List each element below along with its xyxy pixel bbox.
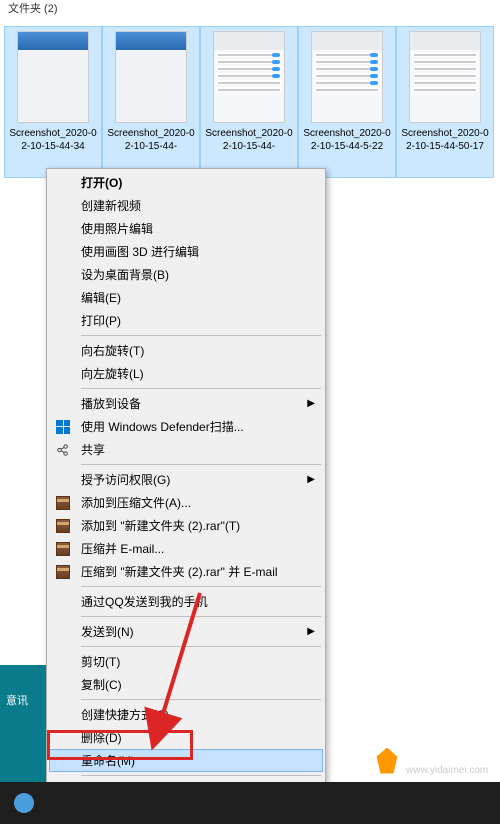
menu-item-label: 发送到(N)	[81, 623, 134, 640]
file-thumbnail	[115, 31, 187, 123]
menu-create-video[interactable]: 创建新视频	[49, 194, 323, 217]
rar-icon	[55, 518, 71, 534]
menu-item-label: 播放到设备	[81, 395, 141, 412]
file-item[interactable]: Screenshot_2020-02-10-15-44-	[102, 26, 200, 178]
menu-separator	[81, 646, 321, 647]
taskbar	[0, 782, 500, 824]
file-thumbnail	[311, 31, 383, 123]
menu-separator	[81, 464, 321, 465]
menu-separator	[81, 335, 321, 336]
file-thumbnail	[409, 31, 481, 123]
file-item[interactable]: Screenshot_2020-02-10-15-44-34	[4, 26, 102, 178]
menu-rotate-left[interactable]: 向左旋转(L)	[49, 362, 323, 385]
menu-compress-rar-email[interactable]: 压缩到 "新建文件夹 (2).rar" 并 E-mail	[49, 560, 323, 583]
menu-open[interactable]: 打开(O)	[49, 171, 323, 194]
menu-qq-send[interactable]: 通过QQ发送到我的手机	[49, 590, 323, 613]
file-name: Screenshot_2020-02-10-15-44-	[203, 127, 295, 153]
file-thumbnail	[213, 31, 285, 123]
rar-icon	[55, 541, 71, 557]
menu-separator	[81, 616, 321, 617]
menu-send-to[interactable]: 发送到(N) ▶	[49, 620, 323, 643]
rar-icon	[55, 495, 71, 511]
menu-rename[interactable]: 重命名(M)	[49, 749, 323, 772]
file-thumbnail	[17, 31, 89, 123]
menu-item-label: 共享	[81, 441, 105, 458]
submenu-arrow-icon: ▶	[307, 474, 315, 485]
menu-item-label: 添加到 "新建文件夹 (2).rar"(T)	[81, 517, 240, 534]
context-menu: 打开(O) 创建新视频 使用照片编辑 使用画图 3D 进行编辑 设为桌面背景(B…	[46, 168, 326, 805]
taskbar-app-icon[interactable]	[0, 782, 48, 824]
window-title: 文件夹 (2)	[0, 0, 500, 18]
file-item[interactable]: Screenshot_2020-02-10-15-44-	[200, 26, 298, 178]
watermark-logo-icon	[374, 748, 400, 774]
menu-grant-access[interactable]: 授予访问权限(G) ▶	[49, 468, 323, 491]
menu-item-label: 压缩并 E-mail...	[81, 540, 164, 557]
menu-item-label: 授予访问权限(G)	[81, 471, 170, 488]
menu-item-label: 使用 Windows Defender扫描...	[81, 418, 244, 435]
file-name: Screenshot_2020-02-10-15-44-	[105, 127, 197, 153]
submenu-arrow-icon: ▶	[307, 626, 315, 637]
menu-create-shortcut[interactable]: 创建快捷方式(S)	[49, 703, 323, 726]
desktop-text: 意讯	[6, 692, 28, 708]
share-icon	[55, 442, 71, 458]
menu-cut[interactable]: 剪切(T)	[49, 650, 323, 673]
watermark: 纯净系统家园 www.yidaimei.com	[374, 745, 490, 776]
menu-delete[interactable]: 删除(D)	[49, 726, 323, 749]
menu-photo-edit[interactable]: 使用照片编辑	[49, 217, 323, 240]
menu-edit[interactable]: 编辑(E)	[49, 286, 323, 309]
menu-add-to-rar[interactable]: 添加到 "新建文件夹 (2).rar"(T)	[49, 514, 323, 537]
menu-separator	[81, 388, 321, 389]
file-name: Screenshot_2020-02-10-15-44-34	[7, 127, 99, 153]
menu-defender[interactable]: 使用 Windows Defender扫描...	[49, 415, 323, 438]
defender-icon	[55, 419, 71, 435]
menu-cast[interactable]: 播放到设备 ▶	[49, 392, 323, 415]
menu-wallpaper[interactable]: 设为桌面背景(B)	[49, 263, 323, 286]
submenu-arrow-icon: ▶	[307, 398, 315, 409]
menu-share[interactable]: 共享	[49, 438, 323, 461]
menu-rotate-right[interactable]: 向右旋转(T)	[49, 339, 323, 362]
menu-item-label: 添加到压缩文件(A)...	[81, 494, 191, 511]
menu-compress-email[interactable]: 压缩并 E-mail...	[49, 537, 323, 560]
menu-separator	[81, 586, 321, 587]
watermark-url: www.yidaimei.com	[406, 765, 490, 776]
menu-paint3d[interactable]: 使用画图 3D 进行编辑	[49, 240, 323, 263]
file-item[interactable]: Screenshot_2020-02-10-15-44-5-22	[298, 26, 396, 178]
file-name: Screenshot_2020-02-10-15-44-50-17	[399, 127, 491, 153]
menu-separator	[81, 775, 321, 776]
menu-add-archive[interactable]: 添加到压缩文件(A)...	[49, 491, 323, 514]
menu-item-label: 压缩到 "新建文件夹 (2).rar" 并 E-mail	[81, 563, 278, 580]
file-item[interactable]: Screenshot_2020-02-10-15-44-50-17	[396, 26, 494, 178]
menu-separator	[81, 699, 321, 700]
watermark-text: 纯净系统家园	[406, 745, 490, 765]
rar-icon	[55, 564, 71, 580]
file-name: Screenshot_2020-02-10-15-44-5-22	[301, 127, 393, 153]
file-list: Screenshot_2020-02-10-15-44-34 Screensho…	[0, 18, 500, 178]
menu-print[interactable]: 打印(P)	[49, 309, 323, 332]
menu-copy[interactable]: 复制(C)	[49, 673, 323, 696]
